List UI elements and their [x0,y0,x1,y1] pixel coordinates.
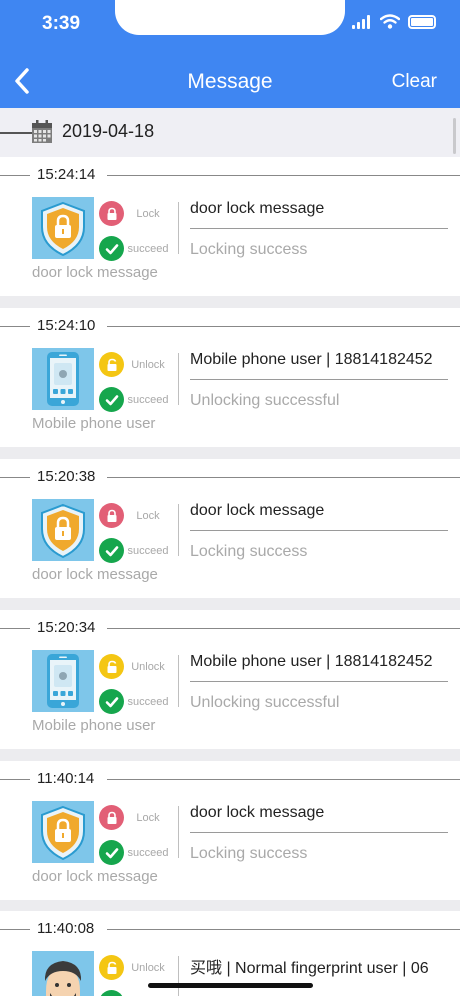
timeline-right [107,175,460,176]
timeline-right [107,628,460,629]
date-line [0,132,32,134]
record-time: 15:20:34 [37,619,96,636]
timeline-right [107,929,460,930]
timeline-left [0,779,30,780]
message-source: door lock message [32,868,158,885]
signal-icon [352,14,370,29]
result-label: succeed [127,545,169,557]
title-underline [190,379,448,380]
shield-lock-thumbnail [32,197,94,259]
unlock-icon [99,352,124,377]
timeline-right [107,477,460,478]
title-underline [190,832,448,833]
lock-icon [99,201,124,226]
result-label: succeed [127,847,169,859]
message-status: Unlocking successful [190,392,340,409]
calendar-icon [32,120,52,143]
timeline-left [0,175,30,176]
message-record[interactable]: 11:40:14 Lock succeed door lock message … [0,761,460,900]
checkmark-icon [99,840,124,865]
record-time: 15:24:14 [37,166,96,183]
unlock-icon [99,654,124,679]
record-time: 15:24:10 [37,317,96,334]
checkmark-icon [99,236,124,261]
action-label: Unlock [131,661,165,673]
action-label: Unlock [131,962,165,974]
checkmark-icon [99,387,124,412]
message-status: Locking success [190,845,308,862]
lock-icon [99,805,124,830]
message-title: door lock message [190,804,325,821]
timeline-left [0,477,30,478]
message-title: Mobile phone user | 18814182452 [190,653,433,670]
status-icons [352,14,436,29]
divider [178,353,179,405]
phone-thumbnail [32,348,94,410]
title-underline [190,681,448,682]
message-title: 买哦 | Normal fingerprint user | 06 [190,960,429,977]
title-underline [190,228,448,229]
result-label: succeed [127,394,169,406]
status-time: 3:39 [42,13,81,34]
message-record[interactable]: 15:24:10 Unlock succeed Mobile phone use… [0,308,460,447]
divider [178,504,179,556]
nav-header: 3:39 Message Clear [0,0,460,108]
phone-icon [47,654,79,708]
message-title: door lock message [190,200,325,217]
message-source: door lock message [32,566,158,583]
shield-lock-icon [41,805,85,861]
wifi-icon [380,14,400,29]
timeline-right [107,779,460,780]
record-time: 15:20:38 [37,468,96,485]
title-underline [190,530,448,531]
record-time: 11:40:14 [37,770,95,787]
shield-lock-icon [41,503,85,559]
clear-button[interactable]: Clear [392,71,437,93]
checkmark-icon [99,990,124,996]
phone-thumbnail [32,650,94,712]
home-indicator[interactable] [148,983,313,988]
timeline-right [107,326,460,327]
divider [178,202,179,254]
record-time: 11:40:08 [37,920,95,937]
action-label: Lock [136,812,160,824]
result-label: succeed [127,243,169,255]
shield-lock-thumbnail [32,499,94,561]
shield-lock-icon [41,201,85,257]
message-status: Unlocking successful [190,694,340,711]
message-record[interactable]: 15:24:14 Lock succeed door lock message … [0,157,460,296]
message-status: Locking success [190,241,308,258]
date-section-header: 2019-04-18 [0,108,460,157]
device-notch [115,0,345,35]
message-record[interactable]: 15:20:38 Lock succeed door lock message … [0,459,460,598]
shield-lock-thumbnail [32,801,94,863]
avatar-icon [44,961,82,996]
phone-icon [47,352,79,406]
message-source: Mobile phone user [32,717,156,734]
action-label: Lock [136,208,160,220]
date-label: 2019-04-18 [62,121,155,141]
checkmark-icon [99,538,124,563]
message-source: door lock message [32,264,158,281]
message-title: Mobile phone user | 18814182452 [190,351,433,368]
scroll-indicator [453,118,456,154]
divider [178,956,179,996]
message-title: door lock message [190,502,325,519]
divider [178,655,179,707]
result-label: succeed [127,696,169,708]
battery-icon [408,14,436,29]
action-label: Unlock [131,359,165,371]
message-source: Mobile phone user [32,415,156,432]
timeline-left [0,326,30,327]
action-label: Lock [136,510,160,522]
unlock-icon [99,955,124,980]
timeline-left [0,628,30,629]
divider [178,806,179,858]
lock-icon [99,503,124,528]
message-record[interactable]: 15:20:34 Unlock succeed Mobile phone use… [0,610,460,749]
message-status: Locking success [190,543,308,560]
checkmark-icon [99,689,124,714]
timeline-left [0,929,30,930]
avatar-thumbnail [32,951,94,996]
